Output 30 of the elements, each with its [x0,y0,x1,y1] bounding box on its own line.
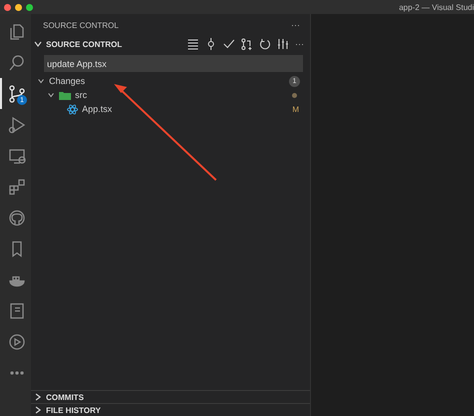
panel-header[interactable]: FILE HISTORY [31,403,310,416]
section-title: SOURCE CONTROL [46,40,122,48]
chevron-icon[interactable] [33,405,43,415]
more-button[interactable]: ··· [295,39,304,49]
list-icon[interactable] [187,38,199,50]
folder-item[interactable]: src [31,88,310,102]
panel-header[interactable]: COMMITS [31,390,310,403]
search-icon [6,52,26,72]
more-icon [10,370,24,374]
play-circle-icon [6,332,26,352]
extensions-icon [6,176,26,196]
status-dot [292,92,297,98]
commit-icon[interactable] [205,38,217,50]
pull-request-icon[interactable] [241,38,253,50]
run-debug-icon [6,114,26,134]
chevron-icon[interactable] [47,91,55,99]
status-letter: M [292,104,299,114]
commit-message-field[interactable]: update App.tsx [44,55,303,72]
file-item[interactable]: App.tsx M [31,102,310,116]
folder-icon [59,90,71,100]
chevron-icon[interactable] [37,77,45,85]
check-icon[interactable] [223,38,235,50]
window-title: app-2 — Visual Studi [398,2,474,12]
chevron-icon[interactable] [33,392,43,402]
chevron-icon[interactable] [33,39,43,49]
refresh-icon[interactable] [259,38,271,50]
sidebar-title: SOURCE CONTROL [43,20,119,30]
source-control-icon [6,84,26,104]
more-button[interactable]: ··· [291,20,300,30]
react-icon [67,104,78,114]
